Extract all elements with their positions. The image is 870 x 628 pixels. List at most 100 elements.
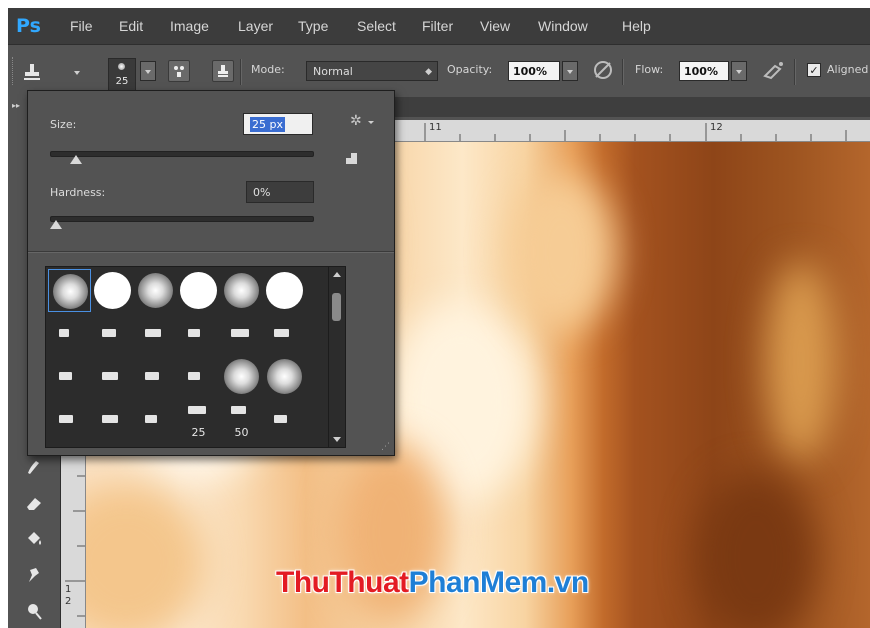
menu-window[interactable]: Window — [538, 8, 588, 44]
blend-mode-select[interactable]: Normal ◆ — [306, 61, 438, 81]
gear-menu-chevron-icon[interactable] — [368, 121, 374, 124]
menu-layer[interactable]: Layer — [238, 8, 273, 44]
tablet-pressure-opacity-icon[interactable] — [592, 59, 614, 86]
scrollbar-thumb[interactable] — [332, 293, 341, 321]
photoshop-logo: Ps — [16, 15, 41, 37]
brush-preset-3[interactable] — [134, 269, 177, 312]
size-input[interactable]: 25 px — [243, 113, 313, 135]
hardness-slider-thumb[interactable] — [50, 220, 62, 229]
brush-tip-icon — [188, 372, 200, 380]
brush-preset-11[interactable] — [220, 312, 263, 355]
opacity-input[interactable]: 100% — [508, 61, 560, 81]
menu-edit[interactable]: Edit — [119, 8, 143, 44]
paint-bucket-tool-icon[interactable] — [22, 529, 46, 551]
image-midtone — [86, 482, 206, 628]
brush-preset-17[interactable] — [220, 355, 263, 398]
soft-round-brush-icon — [267, 359, 302, 394]
menu-view[interactable]: View — [480, 8, 510, 44]
brush-preset-9[interactable] — [134, 312, 177, 355]
watermark-part-2: PhanMem.vn — [408, 566, 590, 599]
brush-preset-20[interactable] — [91, 398, 134, 441]
dodge-tool-icon[interactable] — [22, 601, 46, 623]
history-brush-tool-icon[interactable] — [22, 457, 46, 479]
menu-file[interactable]: File — [70, 8, 93, 44]
brush-preset-6[interactable] — [263, 269, 306, 312]
hard-round-brush-icon — [266, 272, 303, 309]
brush-preset-1[interactable] — [48, 269, 91, 312]
size-slider-track[interactable] — [50, 151, 314, 157]
airbrush-icon[interactable] — [762, 59, 786, 86]
brush-tip-icon — [102, 372, 118, 380]
brush-preset-16[interactable] — [177, 355, 220, 398]
scroll-up-arrow-icon[interactable] — [333, 272, 341, 277]
preset-scrollbar[interactable] — [328, 266, 346, 448]
clone-source-panel-button[interactable] — [212, 60, 234, 82]
brush-preset-23[interactable]: 50 — [220, 398, 263, 441]
clone-stamp-tool-icon[interactable] — [22, 63, 42, 81]
menu-filter[interactable]: Filter — [422, 8, 453, 44]
brush-preset-4[interactable] — [177, 269, 220, 312]
soft-round-brush-icon — [224, 359, 259, 394]
brush-preset-24[interactable] — [263, 398, 306, 441]
brush-preset-10[interactable] — [177, 312, 220, 355]
mode-label: Mode: — [251, 63, 285, 76]
menu-help[interactable]: Help — [622, 8, 651, 44]
scroll-down-arrow-icon[interactable] — [333, 437, 341, 442]
gear-icon[interactable]: ✲ — [350, 113, 362, 129]
watermark: ThuThuatPhanMem.vn — [276, 566, 589, 600]
brush-preset-5[interactable] — [220, 269, 263, 312]
brush-preset-picker[interactable]: 25 — [108, 58, 136, 92]
ruler-label-1: 1 — [65, 584, 72, 595]
photoshop-window: Ps File Edit Image Layer Type Select Fil… — [8, 8, 870, 628]
hardness-label: Hardness: — [50, 186, 106, 199]
brush-preset-12[interactable] — [263, 312, 306, 355]
brush-tip-icon — [145, 415, 157, 423]
hardness-slider-track[interactable] — [50, 216, 314, 222]
soft-round-brush-icon — [224, 273, 259, 308]
watermark-part-1: ThuThuat — [276, 566, 409, 599]
smudge-tool-icon[interactable] — [22, 565, 46, 587]
opacity-label: Opacity: — [447, 63, 493, 76]
flow-slider-dropdown[interactable] — [731, 61, 747, 81]
brush-picker-dropdown[interactable] — [140, 61, 156, 81]
brush-preset-21[interactable] — [134, 398, 177, 441]
brush-preset-8[interactable] — [91, 312, 134, 355]
brush-preset-18[interactable] — [263, 355, 306, 398]
chevron-down-icon — [567, 70, 573, 74]
new-preset-icon[interactable] — [346, 153, 357, 164]
page-corner — [346, 153, 351, 158]
blend-mode-value: Normal — [313, 65, 353, 78]
brush-preset-13[interactable] — [48, 355, 91, 398]
menu-select[interactable]: Select — [357, 8, 396, 44]
options-bar-grip[interactable] — [12, 57, 16, 85]
chevron-down-icon — [145, 70, 151, 74]
brush-tip-icon — [188, 329, 200, 337]
brush-tip-icon — [231, 329, 249, 337]
updown-arrows-icon: ◆ — [425, 67, 432, 77]
brush-tip-icon — [118, 63, 125, 70]
menu-image[interactable]: Image — [170, 8, 209, 44]
menu-type[interactable]: Type — [298, 8, 328, 44]
brush-preset-picker-panel: Size: 25 px ✲ Hardness: 0% 25 50 ⋰ — [27, 90, 395, 456]
aligned-checkbox[interactable]: ✓ — [807, 63, 821, 77]
expand-panel-icon[interactable]: ▸▸ — [12, 101, 20, 110]
brush-preset-19[interactable] — [48, 398, 91, 441]
brush-preset-22[interactable]: 25 — [177, 398, 220, 441]
flow-input[interactable]: 100% — [679, 61, 729, 81]
size-label: Size: — [50, 118, 77, 131]
brush-tip-icon — [274, 415, 287, 423]
resize-grip-icon[interactable]: ⋰ — [381, 442, 390, 452]
brush-preset-7[interactable] — [48, 312, 91, 355]
brush-panel-toggle-button[interactable] — [168, 60, 190, 82]
tool-preset-chevron-down-icon[interactable] — [74, 71, 80, 75]
brush-preset-15[interactable] — [134, 355, 177, 398]
brush-preset-14[interactable] — [91, 355, 134, 398]
brush-tip-icon — [59, 372, 72, 380]
eraser-tool-icon[interactable] — [22, 493, 46, 515]
brush-preset-2[interactable] — [91, 269, 134, 312]
hard-round-brush-icon — [180, 272, 217, 309]
hardness-input[interactable]: 0% — [246, 181, 314, 203]
opacity-slider-dropdown[interactable] — [562, 61, 578, 81]
size-slider-thumb[interactable] — [70, 155, 83, 164]
brush-tip-icon — [145, 372, 159, 380]
